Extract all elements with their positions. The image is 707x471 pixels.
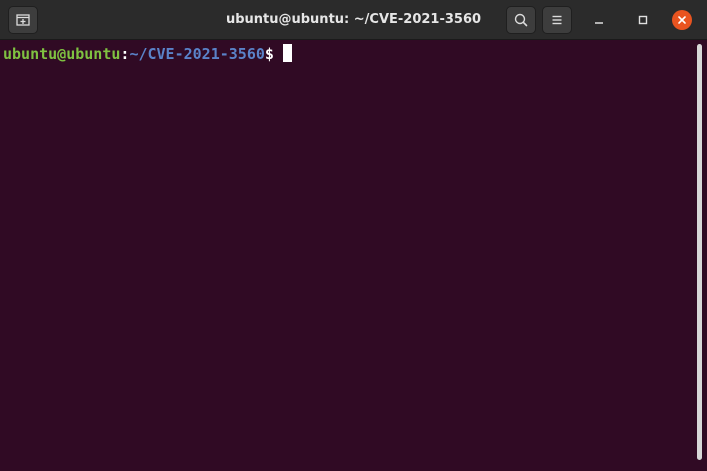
search-button[interactable] xyxy=(506,6,536,34)
close-button[interactable] xyxy=(672,10,692,30)
header-bar: ubuntu@ubuntu: ~/CVE-2021-3560 xyxy=(0,0,707,40)
maximize-button[interactable] xyxy=(633,10,653,30)
text-cursor xyxy=(282,44,292,62)
close-icon xyxy=(676,11,688,30)
minimize-icon xyxy=(593,11,605,30)
new-tab-button[interactable] xyxy=(8,6,38,34)
search-icon xyxy=(513,12,529,28)
terminal-window: ubuntu@ubuntu: ~/CVE-2021-3560 ubuntu@ub… xyxy=(0,0,707,471)
window-title: ubuntu@ubuntu: ~/CVE-2021-3560 xyxy=(225,12,482,27)
menu-button[interactable] xyxy=(542,6,572,34)
prompt-user-host: ubuntu@ubuntu xyxy=(3,45,121,63)
prompt-line: ubuntu@ubuntu:~/CVE-2021-3560$ xyxy=(3,44,292,64)
minimize-button[interactable] xyxy=(589,10,609,30)
terminal-area[interactable]: ubuntu@ubuntu:~/CVE-2021-3560$ xyxy=(0,40,707,471)
prompt-symbol: $ xyxy=(264,45,274,63)
new-tab-icon xyxy=(15,12,31,28)
maximize-icon xyxy=(637,11,649,30)
hamburger-menu-icon xyxy=(549,12,565,28)
prompt-path: ~/CVE-2021-3560 xyxy=(129,45,265,63)
scrollbar[interactable] xyxy=(697,44,702,460)
